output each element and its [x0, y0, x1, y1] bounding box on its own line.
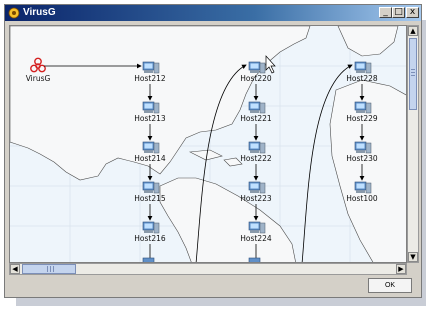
host-label: Host228	[346, 74, 378, 83]
host-node[interactable]: Host215	[134, 181, 166, 203]
minimize-button[interactable]: _	[379, 7, 392, 18]
virus-label: VirusG	[26, 74, 51, 83]
host-node[interactable]: Host214	[134, 141, 166, 163]
computer-icon	[354, 181, 372, 194]
host-node[interactable]: Host229	[346, 101, 378, 123]
host-label: Host216	[134, 234, 166, 243]
computer-icon	[142, 181, 160, 194]
computer-icon	[142, 141, 160, 154]
host-node[interactable]: Host213	[134, 101, 166, 123]
computer-icon	[248, 141, 266, 154]
host-label: Host215	[134, 194, 166, 203]
virus-graph: VirusG Host212 Host213 Host214 Host215 Host21…	[26, 55, 378, 262]
computer-icon	[354, 61, 372, 74]
host-label: Host224	[240, 234, 272, 243]
host-node[interactable]: Host230	[346, 141, 378, 163]
window-title: VirusG	[23, 7, 56, 18]
minimize-icon: _	[383, 7, 388, 17]
scroll-right-button[interactable]: ▶	[396, 264, 406, 274]
vertical-scroll-thumb[interactable]	[409, 38, 417, 110]
host-label: Host220	[240, 74, 272, 83]
host-node[interactable]: Host100	[346, 181, 378, 203]
biohazard-icon	[30, 57, 46, 73]
computer-icon	[142, 101, 160, 114]
mouse-cursor-icon	[265, 55, 276, 74]
computer-icon	[248, 101, 266, 114]
vertical-scrollbar[interactable]: ▲ ▼	[407, 25, 419, 263]
computer-icon	[354, 141, 372, 154]
computer-icon	[248, 181, 266, 194]
computer-icon	[248, 221, 266, 234]
scroll-up-button[interactable]: ▲	[408, 26, 418, 36]
title-bar[interactable]: VirusG _ □ x	[5, 5, 421, 21]
infection-edge	[301, 64, 353, 262]
app-icon	[8, 7, 20, 19]
scroll-left-button[interactable]: ◀	[10, 264, 20, 274]
virusg-window: VirusG _ □ x VirusG Host212 Host213 Host…	[4, 4, 422, 298]
host-node[interactable]: Host221	[240, 101, 272, 123]
host-label: Host230	[346, 154, 378, 163]
infection-edge	[195, 64, 247, 262]
computer-icon	[354, 101, 372, 114]
horizontal-scroll-thumb[interactable]	[22, 264, 76, 274]
computer-icon	[142, 61, 160, 74]
horizontal-scrollbar[interactable]: ◀ ▶	[9, 263, 407, 275]
ok-button[interactable]: OK	[368, 278, 412, 293]
host-label: Host222	[240, 154, 272, 163]
maximize-button[interactable]: □	[392, 7, 405, 18]
host-node[interactable]: Host224	[240, 221, 272, 243]
host-node[interactable]: Host212	[134, 61, 166, 83]
graph-canvas[interactable]: VirusG Host212 Host213 Host214 Host215 Host21…	[9, 25, 407, 263]
computer-icon	[142, 221, 160, 234]
host-label: Host212	[134, 74, 166, 83]
host-node[interactable]: Host222	[240, 141, 272, 163]
virus-node[interactable]: VirusG	[26, 57, 51, 83]
host-label: Host221	[240, 114, 272, 123]
close-icon: x	[409, 7, 416, 17]
host-label: Host100	[346, 194, 378, 203]
host-node[interactable]: Host223	[240, 181, 272, 203]
close-button[interactable]: x	[406, 7, 419, 18]
host-label: Host214	[134, 154, 166, 163]
host-label: Host223	[240, 194, 272, 203]
host-node[interactable]: Host216	[134, 221, 166, 243]
host-label: Host229	[346, 114, 378, 123]
maximize-icon: □	[394, 7, 403, 17]
scroll-down-button[interactable]: ▼	[408, 252, 418, 262]
computer-icon	[248, 61, 266, 74]
host-label: Host213	[134, 114, 166, 123]
